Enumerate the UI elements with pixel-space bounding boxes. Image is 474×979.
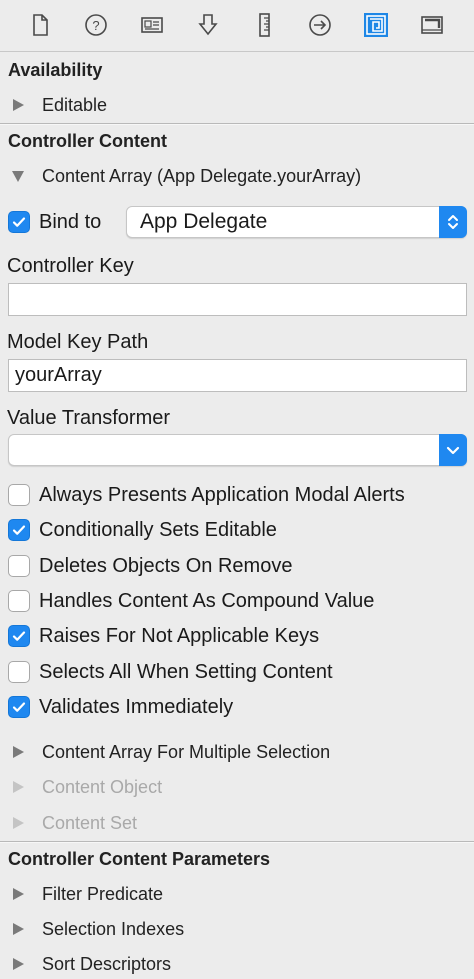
inspector-toolbar: ? bbox=[0, 0, 474, 52]
controller-key-label: Controller Key bbox=[7, 255, 134, 277]
quick-help-icon[interactable]: ? bbox=[79, 8, 113, 42]
option-checkbox-row[interactable]: Validates Immediately bbox=[8, 694, 233, 720]
disclosure-triangle-right-icon bbox=[8, 777, 28, 797]
checkmark-icon bbox=[12, 702, 26, 712]
disclosure-content-object: Content Object bbox=[8, 775, 162, 799]
option-label: Conditionally Sets Editable bbox=[39, 518, 277, 541]
option-checkbox[interactable] bbox=[8, 661, 30, 683]
disclosure-sort-descriptors[interactable]: Sort Descriptors bbox=[8, 952, 171, 976]
identity-inspector-icon[interactable] bbox=[135, 8, 169, 42]
availability-heading: Availability bbox=[8, 60, 103, 80]
disclosure-triangle-right-icon[interactable] bbox=[8, 954, 28, 974]
bind-to-popup[interactable]: App Delegate bbox=[126, 206, 467, 238]
disclosure-triangle-right-icon[interactable] bbox=[8, 884, 28, 904]
option-checkbox-row[interactable]: Conditionally Sets Editable bbox=[8, 517, 277, 543]
option-checkbox[interactable] bbox=[8, 519, 30, 541]
disclosure-triangle-right-icon bbox=[8, 813, 28, 833]
checkmark-icon bbox=[12, 631, 26, 641]
view-effects-inspector-icon[interactable] bbox=[415, 8, 449, 42]
option-checkbox[interactable] bbox=[8, 590, 30, 612]
option-label: Validates Immediately bbox=[39, 695, 234, 718]
svg-text:?: ? bbox=[92, 18, 99, 33]
option-label: Always Presents Application Modal Alerts bbox=[39, 483, 405, 506]
disclosure-content-array[interactable]: Content Array (App Delegate.yourArray) bbox=[8, 164, 361, 188]
option-checkbox-row[interactable]: Selects All When Setting Content bbox=[8, 659, 333, 685]
disclosure-selection-indexes[interactable]: Selection Indexes bbox=[8, 917, 184, 941]
disclosure-editable[interactable]: Editable bbox=[8, 93, 107, 117]
controller-key-field[interactable] bbox=[8, 283, 467, 316]
controller-content-heading: Controller Content bbox=[8, 131, 167, 151]
disclosure-triangle-down-icon[interactable] bbox=[8, 166, 28, 186]
option-checkbox[interactable] bbox=[8, 625, 30, 647]
file-inspector-icon[interactable] bbox=[23, 8, 57, 42]
option-checkbox-row[interactable]: Raises For Not Applicable Keys bbox=[8, 623, 319, 649]
disclosure-label: Sort Descriptors bbox=[42, 953, 172, 974]
disclosure-triangle-right-icon[interactable] bbox=[8, 95, 28, 115]
section-divider-highlight bbox=[0, 842, 474, 843]
disclosure-triangle-right-icon[interactable] bbox=[8, 919, 28, 939]
bind-to-checkbox[interactable] bbox=[8, 211, 30, 233]
disclosure-content-array-multiple-selection[interactable]: Content Array For Multiple Selection bbox=[8, 740, 330, 764]
chevron-down-icon[interactable] bbox=[439, 434, 467, 466]
disclosure-label: Content Array For Multiple Selection bbox=[42, 741, 331, 762]
bind-to-label: Bind to bbox=[39, 210, 102, 233]
option-label: Raises For Not Applicable Keys bbox=[39, 624, 320, 647]
controller-content-parameters-heading: Controller Content Parameters bbox=[8, 849, 271, 869]
disclosure-content-set: Content Set bbox=[8, 811, 137, 835]
option-checkbox-row[interactable]: Handles Content As Compound Value bbox=[8, 588, 374, 614]
popup-stepper-arrows-icon bbox=[439, 206, 467, 238]
option-label: Handles Content As Compound Value bbox=[39, 589, 375, 612]
attributes-inspector-icon[interactable] bbox=[191, 8, 225, 42]
disclosure-filter-predicate[interactable]: Filter Predicate bbox=[8, 882, 163, 906]
disclosure-triangle-right-icon[interactable] bbox=[8, 742, 28, 762]
disclosure-label: Editable bbox=[42, 94, 108, 115]
bind-to-checkbox-row[interactable]: Bind to bbox=[8, 209, 101, 235]
disclosure-label: Selection Indexes bbox=[42, 918, 185, 939]
bind-to-value: App Delegate bbox=[140, 210, 268, 233]
section-divider-highlight bbox=[0, 124, 474, 125]
value-transformer-combobox[interactable] bbox=[8, 434, 467, 466]
option-checkbox[interactable] bbox=[8, 555, 30, 577]
option-checkbox-row[interactable]: Deletes Objects On Remove bbox=[8, 553, 292, 579]
value-transformer-label: Value Transformer bbox=[7, 407, 171, 429]
checkmark-icon bbox=[12, 525, 26, 535]
disclosure-label: Filter Predicate bbox=[42, 883, 164, 904]
option-checkbox[interactable] bbox=[8, 696, 30, 718]
model-key-path-field[interactable]: yourArray bbox=[8, 359, 467, 392]
disclosure-label: Content Object bbox=[42, 776, 163, 797]
checkmark-icon bbox=[12, 217, 26, 227]
option-checkbox-row[interactable]: Always Presents Application Modal Alerts bbox=[8, 482, 405, 508]
bindings-inspector-icon[interactable] bbox=[359, 8, 393, 42]
option-label: Deletes Objects On Remove bbox=[39, 554, 293, 577]
model-key-path-label: Model Key Path bbox=[7, 331, 149, 353]
disclosure-label: Content Array (App Delegate.yourArray) bbox=[42, 165, 362, 186]
size-inspector-icon[interactable] bbox=[247, 8, 281, 42]
option-label: Selects All When Setting Content bbox=[39, 660, 333, 683]
option-checkbox[interactable] bbox=[8, 484, 30, 506]
connections-inspector-icon[interactable] bbox=[303, 8, 337, 42]
disclosure-label: Content Set bbox=[42, 812, 138, 833]
